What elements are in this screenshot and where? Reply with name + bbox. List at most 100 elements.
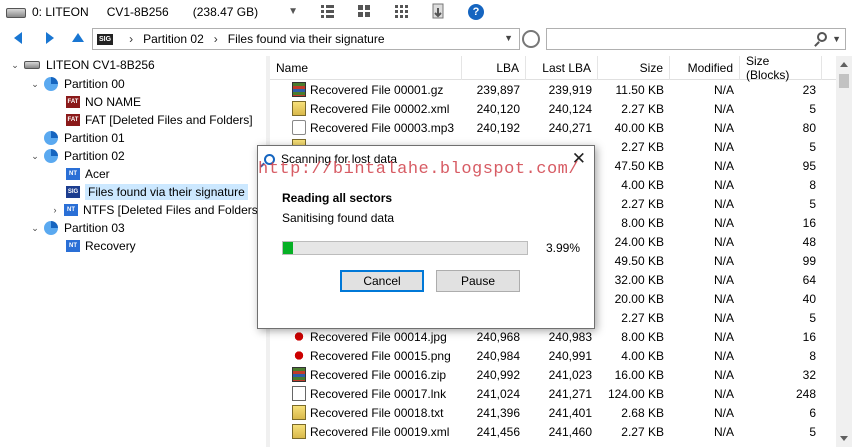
file-modified: N/A (713, 177, 734, 192)
column-header-modified[interactable]: Modified (670, 56, 740, 80)
tree-item-label: Partition 03 (64, 221, 125, 235)
search-icon[interactable] (817, 32, 827, 42)
file-last-lba: 240,271 (548, 120, 592, 135)
tree-item-files-by-signature[interactable]: SIG Files found via their signature (66, 183, 248, 201)
scroll-down-icon[interactable] (840, 436, 848, 441)
file-name: Recovered File 00003.mp3 (310, 120, 455, 135)
file-name: Recovered File 00015.png (310, 348, 451, 363)
tree-item-partition-03[interactable]: ⌄ Partition 03 (30, 219, 125, 237)
chevron-right-icon: › (129, 32, 134, 46)
collapse-icon[interactable]: ⌄ (30, 151, 40, 162)
file-size: 8.00 KB (621, 215, 664, 230)
file-name-cell: Recovered File 00003.mp3 (270, 120, 462, 135)
back-arrow-icon[interactable] (14, 32, 22, 44)
table-row[interactable]: Recovered File 00014.jpg 240,968 240,983 8.… (270, 327, 836, 346)
breadcrumb-item[interactable]: Partition 02 (143, 32, 204, 46)
forward-arrow-icon[interactable] (46, 32, 54, 44)
tree-item-recovery[interactable]: NT Recovery (66, 237, 136, 255)
scroll-up-icon[interactable] (840, 62, 848, 67)
file-text-icon (292, 424, 306, 439)
tree-item-partition-01[interactable]: Partition 01 (44, 129, 125, 147)
file-modified: N/A (713, 253, 734, 268)
vertical-scrollbar[interactable] (836, 56, 852, 447)
recover-icon[interactable] (429, 2, 449, 22)
table-row[interactable]: Recovered File 00016.zip 240,992 241,023 16… (270, 365, 836, 384)
breadcrumb-item[interactable]: Files found via their signature (228, 32, 385, 46)
table-row[interactable]: Recovered File 00015.png 240,984 240,991 4.… (270, 346, 836, 365)
toolbar: 0: LITEON CV1-8B256 (238.47 GB) ▼ ? (0, 0, 852, 24)
list-view-icon[interactable] (318, 2, 338, 22)
file-size: 2.27 KB (621, 424, 664, 439)
refresh-icon[interactable] (522, 30, 540, 48)
file-modified: N/A (713, 348, 734, 363)
breadcrumb[interactable]: SIG › Partition 02 › Files found via the… (92, 28, 520, 50)
column-header-last-lba[interactable]: Last LBA (526, 56, 598, 80)
table-row[interactable]: Recovered File 00001.gz 239,897 239,919 11.… (270, 80, 836, 99)
signature-icon: SIG (66, 186, 80, 198)
pause-button[interactable]: Pause (436, 270, 520, 292)
tile-view-icon[interactable] (355, 2, 375, 22)
file-modified: N/A (713, 386, 734, 401)
tree-item-fat-deleted[interactable]: FAT FAT [Deleted Files and Folders] (66, 111, 253, 129)
file-size-blocks: 40 (802, 291, 816, 306)
progress-bar (282, 241, 528, 255)
tree-item-partition-00[interactable]: ⌄ Partition 00 (30, 75, 125, 93)
chevron-down-icon[interactable]: ▼ (504, 33, 513, 43)
file-size: 40.00 KB (614, 120, 664, 135)
cancel-button[interactable]: Cancel (340, 270, 424, 292)
column-header-size[interactable]: Size (598, 56, 670, 80)
column-header-lba[interactable]: LBA (462, 56, 526, 80)
help-icon[interactable]: ? (466, 2, 486, 22)
tree-item-partition-02[interactable]: ⌄ Partition 02 (30, 147, 125, 165)
collapse-icon[interactable]: ⌄ (10, 60, 20, 71)
file-size: 32.00 KB (614, 272, 664, 287)
chevron-down-icon[interactable]: ▼ (832, 34, 841, 44)
file-lba: 240,984 (476, 348, 520, 363)
expand-icon[interactable]: › (50, 205, 60, 215)
file-lba: 241,396 (476, 405, 520, 420)
search-input[interactable]: ▼ (546, 28, 846, 50)
tree-item-acer[interactable]: NT Acer (66, 165, 110, 183)
hard-drive-icon (24, 61, 40, 69)
up-arrow-icon[interactable] (72, 33, 84, 42)
file-size-blocks: 80 (802, 120, 816, 135)
file-modified: N/A (713, 367, 734, 382)
collapse-icon[interactable]: ⌄ (30, 223, 40, 234)
column-header-name[interactable]: Name (270, 56, 462, 80)
file-last-lba: 239,919 (548, 82, 592, 97)
file-size: 2.27 KB (621, 139, 664, 154)
file-modified: N/A (713, 291, 734, 306)
file-modified: N/A (713, 82, 734, 97)
drive-selector[interactable]: 0: LITEON CV1-8B256 (238.47 GB) ▼ (6, 2, 298, 22)
file-size-blocks: 95 (802, 158, 816, 173)
tree-item-label: NO NAME (85, 95, 142, 109)
icon-view-icon[interactable] (392, 2, 412, 22)
file-modified: N/A (713, 329, 734, 344)
table-row[interactable]: Recovered File 00003.mp3 240,192 240,271 40… (270, 118, 836, 137)
table-row[interactable]: Recovered File 00002.xml 240,120 240,124 2.… (270, 99, 836, 118)
file-size-blocks: 8 (809, 348, 816, 363)
table-row[interactable]: Recovered File 00018.txt 241,396 241,401 2.… (270, 403, 836, 422)
file-size: 49.50 KB (614, 253, 664, 268)
file-lba: 240,992 (476, 367, 520, 382)
column-header-size-blocks[interactable]: Size (Blocks) (740, 54, 822, 82)
file-name: Recovered File 00018.txt (310, 405, 444, 420)
file-size: 2.68 KB (621, 405, 664, 420)
file-size-blocks: 5 (809, 196, 816, 211)
file-lba: 239,897 (476, 82, 520, 97)
tree-item-label: Partition 02 (64, 149, 125, 163)
tree-item-disk[interactable]: ⌄ LITEON CV1-8B256 (10, 56, 155, 74)
chevron-down-icon: ▼ (288, 6, 298, 17)
table-row[interactable]: Recovered File 00019.xml 241,456 241,460 2.… (270, 422, 836, 441)
table-row[interactable]: Recovered File 00017.lnk 241,024 241,271 12… (270, 384, 836, 403)
scrollbar-thumb[interactable] (839, 74, 849, 88)
file-size: 2.27 KB (621, 101, 664, 116)
tree-item-label: Acer (85, 167, 110, 181)
file-size-blocks: 23 (802, 82, 816, 97)
drive-label: 0: LITEON (32, 5, 89, 19)
collapse-icon[interactable]: ⌄ (30, 79, 40, 90)
tree-item-no-name[interactable]: FAT NO NAME (66, 93, 141, 111)
file-modified: N/A (713, 272, 734, 287)
tree-item-ntfs-deleted[interactable]: › NT NTFS [Deleted Files and Folders] (50, 201, 262, 219)
file-last-lba: 241,271 (548, 386, 592, 401)
